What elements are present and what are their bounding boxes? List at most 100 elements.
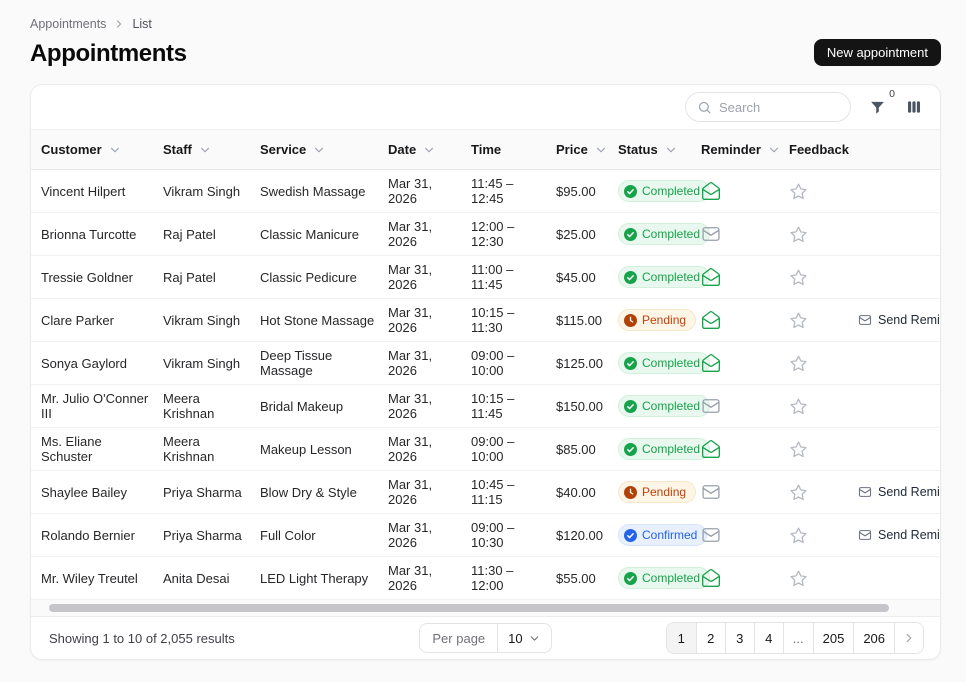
staff-cell: Meera Krishnan (163, 434, 260, 464)
search-icon (697, 100, 712, 115)
page-button-4[interactable]: 4 (754, 623, 783, 653)
scrollbar-thumb[interactable] (49, 604, 889, 612)
mail-open-icon (701, 310, 721, 330)
status-badge: Completed (618, 352, 710, 374)
sort-chevron-icon (108, 143, 122, 157)
status-cell: Completed (618, 180, 701, 202)
reminder-cell (701, 353, 789, 373)
next-page-button[interactable] (894, 623, 923, 653)
price-cell: $25.00 (556, 227, 618, 242)
table-row: Mr. Julio O'Conner IIIMeera KrishnanBrid… (31, 385, 940, 428)
page-ellipsis: ... (783, 623, 813, 653)
send-reminder-label: Send Reminder (878, 485, 940, 499)
price-cell: $95.00 (556, 184, 618, 199)
search-input[interactable] (719, 100, 829, 115)
table-row: Clare ParkerVikram SinghHot Stone Massag… (31, 299, 940, 342)
feedback-cell (789, 268, 858, 287)
columns-icon (906, 99, 922, 115)
mail-open-icon (701, 568, 721, 588)
status-label: Pending (642, 485, 686, 499)
page-button-3[interactable]: 3 (725, 623, 754, 653)
new-appointment-button[interactable]: New appointment (814, 39, 941, 66)
status-label: Completed (642, 356, 700, 370)
star-icon[interactable] (789, 268, 808, 287)
staff-cell: Vikram Singh (163, 356, 260, 371)
star-icon[interactable] (789, 311, 808, 330)
status-label: Completed (642, 442, 700, 456)
star-icon[interactable] (789, 483, 808, 502)
staff-cell: Vikram Singh (163, 184, 260, 199)
send-reminder-link[interactable]: Send Reminder (858, 528, 940, 542)
filter-button[interactable]: 0 (867, 97, 888, 118)
action-cell: Send Reminder (858, 528, 940, 542)
mail-open-icon (701, 353, 721, 373)
star-icon[interactable] (789, 354, 808, 373)
column-label: Feedback (789, 142, 849, 157)
mail-open-icon (701, 439, 721, 459)
service-cell: Hot Stone Massage (260, 313, 388, 328)
column-header-service[interactable]: Service (260, 142, 388, 157)
status-label: Completed (642, 571, 700, 585)
customer-cell: Rolando Bernier (41, 528, 163, 543)
send-reminder-link[interactable]: Send Reminder (858, 313, 940, 327)
reminder-cell (701, 310, 789, 330)
column-header-staff[interactable]: Staff (163, 142, 260, 157)
table-body: Vincent HilpertVikram SinghSwedish Massa… (31, 170, 940, 600)
service-cell: Bridal Makeup (260, 399, 388, 414)
mail-closed-icon (701, 396, 721, 416)
page-button-206[interactable]: 206 (853, 623, 894, 653)
page-button-1[interactable]: 1 (667, 623, 696, 653)
column-header-customer[interactable]: Customer (41, 142, 163, 157)
star-icon[interactable] (789, 182, 808, 201)
columns-button[interactable] (904, 97, 924, 117)
status-cell: Completed (618, 567, 701, 589)
page-button-2[interactable]: 2 (696, 623, 725, 653)
breadcrumb-item-appointments[interactable]: Appointments (30, 17, 106, 31)
table-row: Brionna TurcotteRaj PatelClassic Manicur… (31, 213, 940, 256)
page-button-205[interactable]: 205 (813, 623, 854, 653)
price-cell: $125.00 (556, 356, 618, 371)
table-scroll-area: CustomerStaffServiceDateTimePriceStatusR… (31, 129, 940, 600)
mail-closed-icon (701, 525, 721, 545)
results-summary: Showing 1 to 10 of 2,055 results (47, 631, 235, 646)
star-icon[interactable] (789, 440, 808, 459)
column-header-price[interactable]: Price (556, 142, 618, 157)
date-cell: Mar 31, 2026 (388, 348, 471, 378)
send-reminder-label: Send Reminder (878, 313, 940, 327)
customer-cell: Ms. Eliane Schuster (41, 434, 163, 464)
column-label: Reminder (701, 142, 761, 157)
price-cell: $115.00 (556, 313, 618, 328)
status-cell: Confirmed (618, 524, 701, 546)
star-icon[interactable] (789, 526, 808, 545)
feedback-cell (789, 354, 858, 373)
column-header-date[interactable]: Date (388, 142, 471, 157)
date-cell: Mar 31, 2026 (388, 563, 471, 593)
price-cell: $85.00 (556, 442, 618, 457)
column-header-status[interactable]: Status (618, 142, 701, 157)
staff-cell: Anita Desai (163, 571, 260, 586)
pagination: 1234...205206 (666, 622, 924, 654)
check-circle-icon (624, 400, 637, 413)
service-cell: Classic Manicure (260, 227, 388, 242)
star-icon[interactable] (789, 569, 808, 588)
status-badge: Completed (618, 180, 710, 202)
star-icon[interactable] (789, 225, 808, 244)
service-cell: Full Color (260, 528, 388, 543)
feedback-cell (789, 569, 858, 588)
service-cell: Makeup Lesson (260, 442, 388, 457)
price-cell: $55.00 (556, 571, 618, 586)
mail-closed-icon (701, 224, 721, 244)
column-header-reminder[interactable]: Reminder (701, 142, 789, 157)
column-label: Customer (41, 142, 102, 157)
action-cell: Send Reminder (858, 313, 940, 327)
date-cell: Mar 31, 2026 (388, 305, 471, 335)
time-cell: 11:30 – 12:00 (471, 563, 556, 593)
send-reminder-link[interactable]: Send Reminder (858, 485, 940, 499)
service-cell: Deep Tissue Massage (260, 348, 388, 378)
search-box[interactable] (685, 92, 851, 122)
star-icon[interactable] (789, 397, 808, 416)
page-header: Appointments List Appointments New appoi… (0, 0, 966, 68)
per-page-select[interactable]: 10 (498, 631, 550, 646)
customer-cell: Clare Parker (41, 313, 163, 328)
staff-cell: Raj Patel (163, 227, 260, 242)
